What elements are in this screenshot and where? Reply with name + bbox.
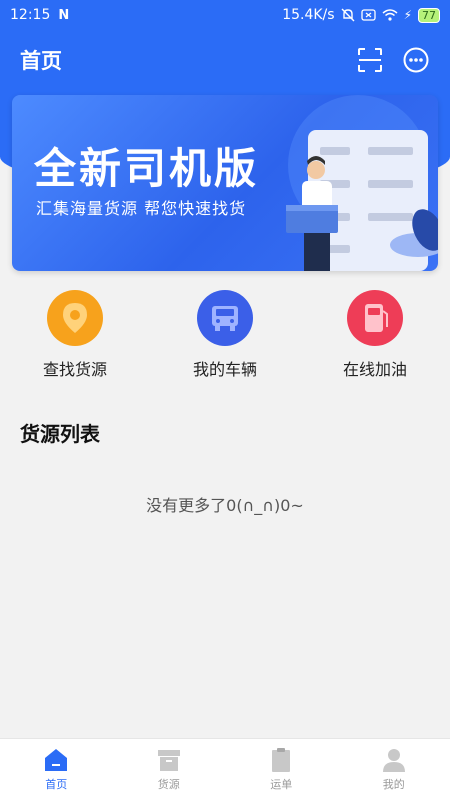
banner-subtitle: 汇集海量货源 帮您快速找货 — [36, 199, 247, 218]
tab-label: 运单 — [270, 778, 293, 791]
scan-button[interactable] — [356, 46, 384, 74]
cargo-list-title: 货源列表 — [20, 422, 100, 446]
tab-label: 货源 — [157, 778, 180, 791]
location-pin-icon — [63, 303, 87, 333]
my-vehicle-icon-circle — [197, 290, 253, 346]
page-title: 首页 — [20, 49, 62, 73]
status-bar: 12:15 N 15.4K/s ⚡ 77 — [0, 0, 450, 30]
promo-banner[interactable]: 全新司机版 汇集海量货源 帮您快速找货 — [12, 95, 438, 271]
quick-action-label: 在线加油 — [342, 360, 407, 379]
user-icon — [382, 749, 405, 772]
sim-icon — [360, 9, 376, 21]
battery-indicator: 77 — [418, 7, 440, 23]
fuel-pump-icon — [365, 304, 388, 332]
more-button[interactable] — [402, 46, 430, 74]
scan-icon — [358, 48, 382, 72]
quick-action-label: 我的车辆 — [192, 360, 257, 379]
quick-action-find-cargo[interactable]: 查找货源 — [10, 290, 140, 390]
banner-headline: 全新司机版 — [34, 144, 260, 193]
bottom-tab-bar: 首页 货源 运单 我的 — [0, 738, 450, 800]
status-time: 12:15 — [10, 7, 51, 23]
tab-cargo[interactable]: 货源 — [113, 739, 226, 800]
truck-icon — [212, 306, 238, 331]
quick-actions: 查找货源 我的车辆 在线加油 — [0, 290, 450, 390]
empty-list-message: 没有更多了0(∩_∩)0~ — [146, 496, 304, 515]
network-speed: 15.4K/s — [282, 7, 335, 23]
quick-action-label: 查找货源 — [42, 360, 107, 379]
box-icon — [157, 750, 180, 771]
tab-label: 我的 — [382, 778, 405, 791]
tab-label: 首页 — [45, 778, 68, 791]
more-dots-icon — [403, 47, 429, 73]
quick-action-my-vehicle[interactable]: 我的车辆 — [160, 290, 290, 390]
tab-waybill[interactable]: 运单 — [225, 739, 338, 800]
notification-n-icon: N — [58, 7, 70, 23]
fuel-icon-circle — [347, 290, 403, 346]
clipboard-icon — [272, 748, 291, 772]
home-icon — [45, 749, 68, 771]
tab-mine[interactable]: 我的 — [338, 739, 450, 800]
driver-illustration — [286, 95, 438, 271]
app-header: 首页 — [0, 38, 450, 82]
wifi-icon — [382, 9, 398, 21]
charging-icon: ⚡ — [403, 8, 412, 22]
find-cargo-icon-circle — [47, 290, 103, 346]
mute-bell-icon — [341, 8, 355, 22]
quick-action-fuel[interactable]: 在线加油 — [310, 290, 440, 390]
tab-home[interactable]: 首页 — [0, 739, 113, 800]
